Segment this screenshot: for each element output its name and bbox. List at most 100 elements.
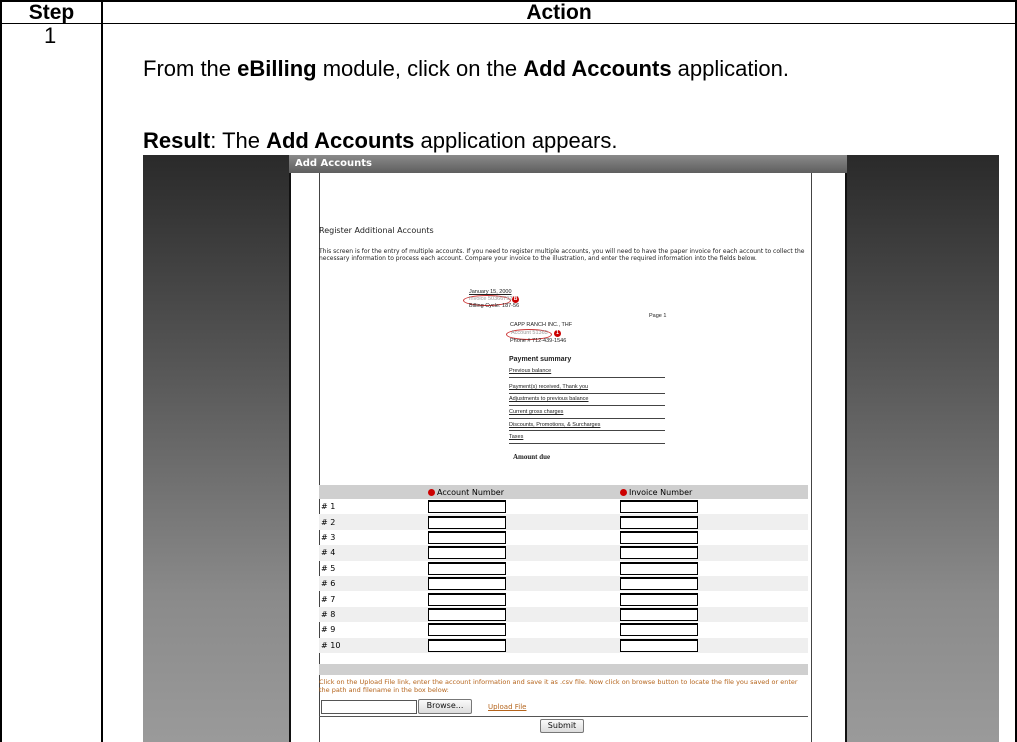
result-app-name: Add Accounts: [266, 128, 415, 153]
invoice-page: Page 1: [649, 313, 667, 319]
instruction-text: From the: [143, 56, 238, 81]
separator-band: [319, 664, 808, 675]
table-row: # 9: [319, 622, 808, 637]
summary-rule: [509, 430, 665, 431]
invoice-number-header: Invoice Number: [618, 485, 808, 499]
result-text: : The: [210, 128, 267, 153]
row-label: # 3: [321, 532, 336, 542]
row-label: # 5: [321, 563, 336, 573]
window-title-bar: Add Accounts: [289, 155, 847, 173]
account-number-input[interactable]: [428, 623, 506, 637]
file-path-input[interactable]: [321, 700, 417, 714]
app-screenshot: Add Accounts Register Additional Account…: [143, 155, 999, 742]
invoice-number-input[interactable]: [620, 530, 698, 544]
invoice-number-input[interactable]: [620, 638, 698, 652]
upload-instructions: Click on the Upload File link, enter the…: [319, 678, 798, 694]
add-accounts-window: Add Accounts: [289, 155, 847, 742]
invoice-marker-icon: [620, 488, 627, 496]
invoice-number-input[interactable]: [620, 623, 698, 637]
account-number-input[interactable]: [428, 500, 506, 514]
table-row: # 3: [319, 530, 808, 545]
submit-button[interactable]: Submit: [540, 719, 584, 733]
amount-due: Amount due: [513, 453, 551, 461]
row-label: # 4: [319, 545, 426, 561]
header-step: Step: [28, 1, 75, 24]
row-label-header: [319, 485, 426, 499]
summary-rule: [509, 377, 665, 378]
result-line: Result: The Add Accounts application app…: [143, 128, 617, 154]
account-number-header: Account Number: [426, 485, 618, 499]
account-marker-icon: 1: [554, 330, 561, 337]
register-title: Register Additional Accounts: [319, 226, 434, 235]
summary-item: Adjustments to previous balance: [509, 396, 589, 402]
bottom-rule: [319, 716, 808, 717]
summary-rule: [509, 405, 665, 406]
table-row: # 5: [319, 561, 808, 576]
invoice-phone: Phone # 712-439-1546: [510, 338, 567, 344]
invoice-number-input[interactable]: [620, 515, 698, 529]
instruction-text-2: module, click on the: [316, 56, 524, 81]
summary-rule: [509, 393, 665, 394]
browse-button[interactable]: Browse...: [418, 699, 472, 714]
account-number-input[interactable]: [428, 607, 506, 621]
table-row: # 7: [319, 591, 808, 606]
invoice-account: Account 51365: [511, 330, 548, 336]
table-row: # 4: [319, 545, 808, 561]
result-text-2: application appears.: [414, 128, 618, 153]
summary-rule: [509, 443, 665, 444]
row-label: # 10: [319, 637, 426, 653]
account-number-input[interactable]: [428, 561, 506, 575]
upload-file-link[interactable]: Upload File: [488, 703, 526, 711]
table-left-border: [0, 0, 2, 742]
row-label: # 2: [319, 514, 426, 530]
module-name: eBilling: [237, 56, 317, 81]
account-number-input[interactable]: [428, 546, 506, 560]
account-number-input[interactable]: [428, 638, 506, 652]
account-number-input[interactable]: [428, 577, 506, 591]
payment-summary-title: Payment summary: [509, 356, 572, 363]
account-number-input[interactable]: [428, 530, 506, 544]
step-number: 1: [44, 23, 57, 48]
billing-cycle: Billing Cycle: 187-56: [469, 303, 520, 309]
invoice-number-input[interactable]: [620, 546, 698, 560]
app-name: Add Accounts: [523, 56, 672, 81]
row-label: # 9: [321, 625, 336, 635]
register-description: This screen is for the entry of multiple…: [319, 248, 805, 262]
account-marker-icon: [428, 488, 435, 496]
summary-item: Discounts, Promotions, & Surcharges: [509, 422, 601, 428]
instruction-line: From the eBilling module, click on the A…: [143, 56, 789, 82]
summary-item: Taxes: [509, 434, 524, 440]
account-number-label: Account Number: [437, 487, 504, 497]
result-label: Result: [143, 128, 211, 153]
table-row: # 8: [319, 606, 808, 623]
table-row: # 10: [319, 637, 808, 653]
invoice-marker-icon: B: [512, 296, 519, 303]
company-name: CAPP RANCH INC., THF: [510, 322, 573, 328]
invoice-number-label: Invoice Number: [629, 487, 693, 497]
invoice-number-input[interactable]: [620, 577, 698, 591]
right-backdrop: [847, 155, 999, 742]
table-row: # 2: [319, 514, 808, 530]
row-label: # 7: [321, 594, 336, 604]
window-left-edge: [289, 173, 291, 742]
account-entry-table: Account Number Invoice Number # 1 # 2 # …: [319, 485, 808, 653]
summary-rule: [509, 418, 665, 419]
instruction-text-3: application.: [671, 56, 789, 81]
window-right-edge: [845, 173, 847, 742]
summary-item: Previous balance: [509, 368, 552, 374]
left-backdrop: [143, 155, 289, 742]
summary-item: Current gross charges: [509, 409, 564, 415]
summary-item: Payment(s) received, Thank you: [509, 384, 589, 390]
invoice-number-input[interactable]: [620, 607, 698, 621]
table-row: # 1: [319, 499, 808, 514]
invoice-number-input[interactable]: [620, 592, 698, 606]
header-action: Action: [526, 1, 592, 24]
row-label: # 6: [319, 575, 426, 592]
table-col-divider: [101, 0, 103, 742]
row-label: # 1: [321, 502, 336, 512]
invoice-number-input[interactable]: [620, 561, 698, 575]
account-number-input[interactable]: [428, 592, 506, 606]
invoice-number-input[interactable]: [620, 500, 698, 514]
table-row: # 6: [319, 575, 808, 592]
account-number-input[interactable]: [428, 515, 506, 529]
